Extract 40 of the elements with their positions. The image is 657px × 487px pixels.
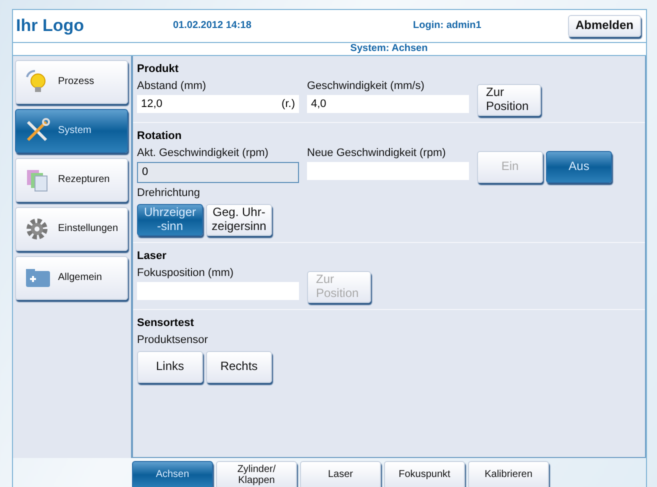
action-button[interactable]: Rechts	[206, 350, 272, 383]
unit-label: (r.)	[282, 98, 295, 110]
tab[interactable]: Achsen	[132, 461, 213, 487]
sidebar-item[interactable]: Einstellungen	[15, 206, 128, 251]
sidebar-item[interactable]: Allgemein	[15, 256, 128, 300]
tab[interactable]: Laser	[300, 461, 381, 487]
wrench-icon	[24, 118, 50, 144]
tab[interactable]: Zylinder/ Klappen	[216, 461, 297, 487]
action-button[interactable]: Zur Position	[477, 84, 541, 116]
section-title: Rotation	[137, 128, 183, 143]
field-label: Fokusposition (mm)	[137, 266, 235, 280]
tab[interactable]: Kalibrieren	[468, 461, 549, 487]
input-field[interactable]	[137, 282, 299, 300]
login-label: Login: admin1	[413, 20, 482, 32]
action-button[interactable]: Links	[137, 350, 203, 383]
page-title: System: Achsen	[349, 42, 429, 55]
field-label: Neue Geschwindigkeit (rpm)	[307, 146, 447, 160]
action-button[interactable]: Uhrzeiger -sinn	[137, 204, 203, 236]
field-label: Abstand (mm)	[137, 80, 208, 93]
action-button[interactable]: Aus	[546, 150, 612, 183]
input-field[interactable]: 4,0	[307, 94, 469, 113]
field-label: Geschwindigkeit (mm/s)	[307, 80, 426, 93]
logo-text: Ihr Logo	[16, 16, 85, 36]
gear-icon	[24, 216, 50, 242]
date-time: 01.02.2012 14:18	[173, 20, 252, 32]
group-label: Drehrichtung	[137, 186, 201, 200]
logout-button[interactable]: Abmelden	[568, 14, 641, 37]
tab[interactable]: Fokuspunkt	[384, 461, 465, 487]
section-title: Laser	[137, 248, 168, 263]
action-button[interactable]: Geg. Uhr- zeigersinn	[206, 204, 272, 236]
input-field[interactable]: 12,0 (r.)	[137, 94, 299, 113]
input-field[interactable]	[307, 162, 469, 180]
section-title: Produkt	[137, 62, 180, 76]
sidebar-item[interactable]: System	[15, 108, 128, 153]
input-field[interactable]: 0	[137, 162, 299, 183]
section-title: Sensortest	[137, 316, 195, 330]
field-label: Akt. Geschwindigkeit (rpm)	[137, 146, 270, 160]
sidebar-item[interactable]: Rezepturen	[15, 158, 128, 202]
sidebar-item[interactable]: Prozess	[15, 60, 128, 104]
group-label: Produktsensor	[137, 334, 209, 347]
